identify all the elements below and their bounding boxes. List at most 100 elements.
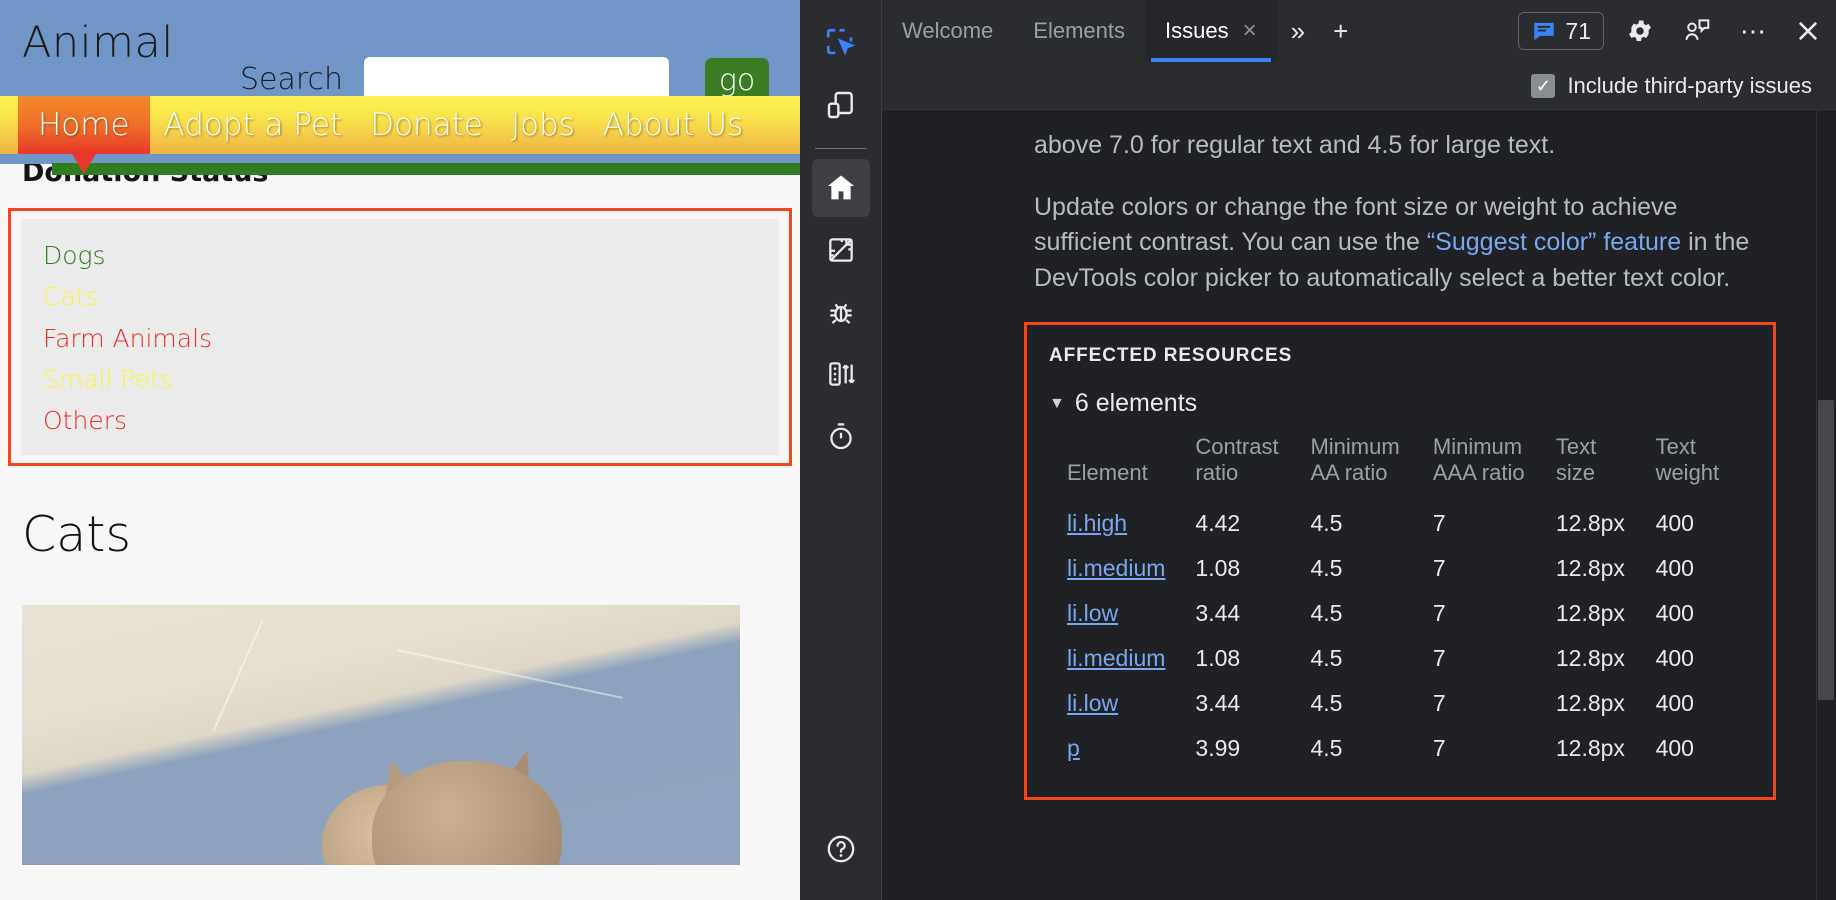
table-row: p 3.99 4.5 7 12.8px 400 bbox=[1067, 726, 1751, 771]
device-toolbar-icon bbox=[825, 89, 857, 121]
gear-icon bbox=[1626, 17, 1654, 45]
tab-elements[interactable]: Elements bbox=[1013, 0, 1145, 62]
issues-scrollbar[interactable] bbox=[1816, 110, 1836, 900]
close-devtools-button[interactable] bbox=[1780, 0, 1836, 62]
main-navigation: Home Adopt a Pet Donate Jobs About Us bbox=[0, 96, 800, 154]
cell-text-weight: 400 bbox=[1656, 681, 1751, 726]
close-devtools-icon bbox=[1794, 17, 1822, 45]
table-row: li.low 3.44 4.5 7 12.8px 400 bbox=[1067, 681, 1751, 726]
column-header-min-aa-ratio: Minimum AA ratio bbox=[1310, 434, 1432, 501]
tab-elements-label: Elements bbox=[1033, 18, 1125, 44]
nav-item-about-us[interactable]: About Us bbox=[589, 96, 757, 154]
settings-button[interactable] bbox=[1612, 0, 1668, 62]
stopwatch-icon bbox=[825, 420, 857, 452]
feedback-icon bbox=[1682, 16, 1712, 46]
nav-item-home[interactable]: Home bbox=[18, 96, 150, 154]
cell-text-weight: 400 bbox=[1656, 546, 1751, 591]
table-header-row: Element Contrast ratio Minimum AA ratio … bbox=[1067, 434, 1751, 501]
inspect-element-button[interactable] bbox=[812, 14, 870, 72]
cell-text-weight: 400 bbox=[1656, 591, 1751, 636]
cell-min-aaa: 7 bbox=[1433, 726, 1556, 771]
tab-issues[interactable]: Issues × bbox=[1145, 0, 1277, 62]
issues-scrollbar-thumb[interactable] bbox=[1818, 400, 1834, 700]
column-header-text-size: Text size bbox=[1556, 434, 1656, 501]
chevron-double-right-icon: » bbox=[1291, 16, 1305, 47]
elements-count-label: 6 elements bbox=[1075, 389, 1197, 418]
tab-welcome[interactable]: Welcome bbox=[882, 0, 1013, 62]
nav-item-jobs[interactable]: Jobs bbox=[497, 96, 589, 154]
nav-item-donate[interactable]: Donate bbox=[356, 96, 497, 154]
cell-text-weight: 400 bbox=[1656, 726, 1751, 771]
cell-element: li.medium bbox=[1067, 636, 1195, 681]
cell-min-aaa: 7 bbox=[1433, 681, 1556, 726]
status-item-cats[interactable]: Cats bbox=[21, 276, 779, 317]
home-button[interactable] bbox=[812, 159, 870, 217]
plus-icon: + bbox=[1333, 16, 1348, 47]
caret-down-icon: ▼ bbox=[1049, 395, 1065, 413]
cell-min-aa: 4.5 bbox=[1310, 636, 1432, 681]
column-header-text-weight: Text weight bbox=[1656, 434, 1751, 501]
suggest-color-link[interactable]: “Suggest color” feature bbox=[1427, 228, 1681, 256]
screen: Animal Search go Home Adopt a Pet Donate… bbox=[0, 0, 1836, 900]
close-icon[interactable]: × bbox=[1243, 19, 1257, 43]
add-tab-button[interactable]: + bbox=[1319, 0, 1362, 62]
element-link[interactable]: li.low bbox=[1067, 600, 1118, 626]
donation-status-list: Dogs Cats Farm Animals Small Pets Others bbox=[21, 219, 779, 455]
element-link[interactable]: li.low bbox=[1067, 690, 1118, 716]
issues-toolbar: ✓ Include third-party issues bbox=[882, 62, 1836, 110]
debug-button[interactable] bbox=[812, 283, 870, 341]
element-link[interactable]: li.high bbox=[1067, 510, 1127, 536]
green-accent-bar bbox=[52, 163, 800, 175]
tab-issues-label: Issues bbox=[1165, 18, 1229, 44]
cell-text-size: 12.8px bbox=[1556, 591, 1656, 636]
cell-min-aaa: 7 bbox=[1433, 591, 1556, 636]
help-button[interactable] bbox=[812, 820, 870, 878]
column-header-element: Element bbox=[1067, 434, 1195, 501]
cell-element: li.low bbox=[1067, 591, 1195, 636]
table-head: Element Contrast ratio Minimum AA ratio … bbox=[1067, 434, 1751, 501]
cell-min-aa: 4.5 bbox=[1310, 501, 1432, 546]
affected-resources-title: AFFECTED RESOURCES bbox=[1049, 345, 1751, 367]
rail-divider bbox=[815, 148, 867, 149]
include-third-party-issues-checkbox[interactable]: ✓ Include third-party issues bbox=[1531, 73, 1812, 99]
sort-button[interactable] bbox=[812, 345, 870, 403]
feedback-button[interactable] bbox=[1668, 0, 1726, 62]
cell-element: li.low bbox=[1067, 681, 1195, 726]
rendered-webpage: Animal Search go Home Adopt a Pet Donate… bbox=[0, 0, 800, 900]
devtools-main: Welcome Elements Issues × » + bbox=[882, 0, 1836, 900]
devtools-icon-rail bbox=[800, 0, 882, 900]
devtools-tabbar: Welcome Elements Issues × » + bbox=[882, 0, 1836, 62]
nav-item-adopt-a-pet[interactable]: Adopt a Pet bbox=[150, 96, 357, 154]
element-link[interactable]: p bbox=[1067, 735, 1080, 761]
more-options-button[interactable]: ⋯ bbox=[1726, 0, 1780, 62]
elements-expand-toggle[interactable]: ▼ 6 elements bbox=[1049, 389, 1751, 418]
table-row: li.high 4.42 4.5 7 12.8px 400 bbox=[1067, 501, 1751, 546]
status-item-dogs[interactable]: Dogs bbox=[21, 235, 779, 276]
column-header-min-aaa-ratio: Minimum AAA ratio bbox=[1433, 434, 1556, 501]
cell-text-size: 12.8px bbox=[1556, 546, 1656, 591]
status-item-small-pets[interactable]: Small Pets bbox=[21, 359, 779, 400]
status-item-farm-animals[interactable]: Farm Animals bbox=[21, 318, 779, 359]
tab-welcome-label: Welcome bbox=[902, 18, 993, 44]
cell-min-aaa: 7 bbox=[1433, 636, 1556, 681]
status-item-others[interactable]: Others bbox=[21, 400, 779, 441]
message-count-badge[interactable]: 71 bbox=[1518, 12, 1604, 50]
cell-contrast-ratio: 1.08 bbox=[1195, 636, 1310, 681]
cats-heading: Cats bbox=[22, 506, 778, 563]
element-link[interactable]: li.medium bbox=[1067, 645, 1165, 671]
performance-button[interactable] bbox=[812, 407, 870, 465]
cell-element: li.high bbox=[1067, 501, 1195, 546]
measurement-button[interactable] bbox=[812, 221, 870, 279]
affected-resources-highlight-box: AFFECTED RESOURCES ▼ 6 elements Element … bbox=[1024, 322, 1776, 800]
column-header-contrast-ratio: Contrast ratio bbox=[1195, 434, 1310, 501]
table-row: li.medium 1.08 4.5 7 12.8px 400 bbox=[1067, 546, 1751, 591]
issue-description: above 7.0 for regular text and 4.5 for l… bbox=[882, 110, 1836, 296]
affected-resources-table: Element Contrast ratio Minimum AA ratio … bbox=[1067, 434, 1751, 771]
cell-min-aaa: 7 bbox=[1433, 501, 1556, 546]
cell-min-aa: 4.5 bbox=[1310, 546, 1432, 591]
device-toolbar-button[interactable] bbox=[812, 76, 870, 134]
search-label: Search bbox=[240, 62, 343, 97]
devtools-panel: Welcome Elements Issues × » + bbox=[800, 0, 1836, 900]
more-tabs-button[interactable]: » bbox=[1277, 0, 1319, 62]
element-link[interactable]: li.medium bbox=[1067, 555, 1165, 581]
